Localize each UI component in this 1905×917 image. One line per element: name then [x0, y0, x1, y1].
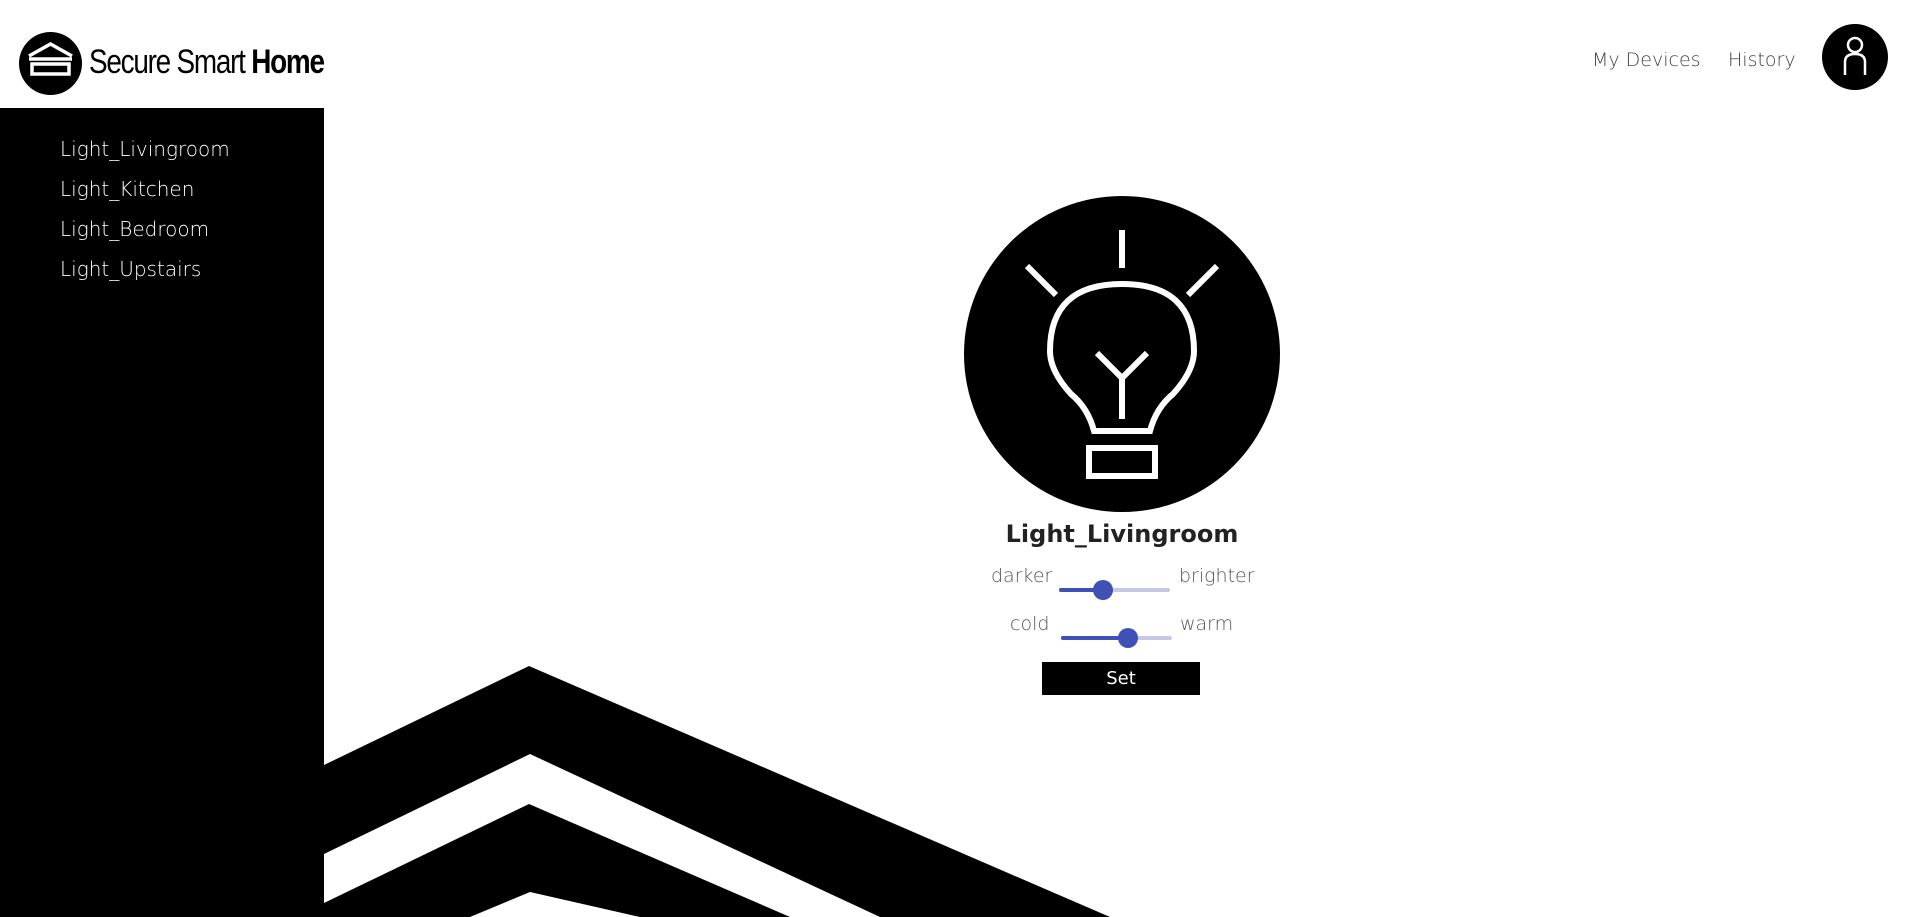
device-icon-circle: [964, 196, 1280, 512]
sidebar-item-light-bedroom[interactable]: Light_Bedroom: [60, 216, 209, 242]
sidebar-item-light-kitchen[interactable]: Light_Kitchen: [60, 176, 194, 202]
user-icon: [1843, 36, 1867, 75]
nav-my-devices[interactable]: My Devices: [1592, 48, 1701, 72]
brightness-thumb[interactable]: [1093, 580, 1114, 600]
temperature-min-label: cold: [1010, 613, 1050, 635]
brightness-max-label: brighter: [1179, 565, 1255, 587]
brand-title: Secure Smart Home: [89, 42, 325, 82]
sidebar-item-light-upstairs[interactable]: Light_Upstairs: [60, 256, 201, 282]
logo: [19, 32, 82, 95]
brightness-min-label: darker: [991, 565, 1053, 587]
user-avatar-button[interactable]: [1822, 24, 1888, 90]
sidebar-item-light-livingroom[interactable]: Light_Livingroom: [60, 136, 230, 162]
temperature-slider[interactable]: [1061, 626, 1172, 650]
sidebar: Light_Livingroom Light_Kitchen Light_Bed…: [0, 108, 324, 917]
brightness-slider[interactable]: [1059, 578, 1170, 602]
nav-history[interactable]: History: [1728, 48, 1796, 72]
device-name: Light_Livingroom: [1005, 520, 1239, 548]
lightbulb-icon: [1024, 230, 1220, 479]
brand-text-bold: Home: [251, 43, 325, 81]
set-button[interactable]: Set: [1042, 662, 1200, 695]
temperature-thumb[interactable]: [1117, 628, 1138, 648]
brand-text-light: Secure Smart: [89, 43, 252, 81]
house-icon: [28, 41, 73, 76]
temperature-max-label: warm: [1180, 613, 1234, 635]
